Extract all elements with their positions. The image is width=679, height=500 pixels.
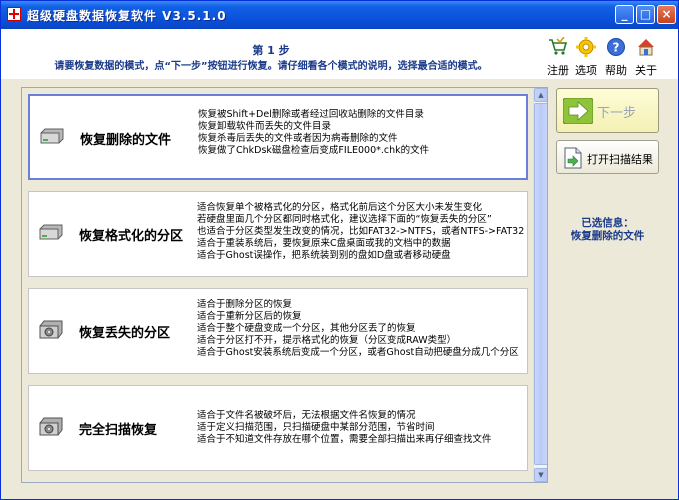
mode-title: 完全扫描恢复 — [79, 423, 158, 438]
about-label: 关于 — [635, 64, 657, 77]
mode-description: 适合于文件名被破坏后，无法根据文件名恢复的情况 适于定义扫描范围，只扫描硬盘中某部… — [197, 410, 492, 445]
next-step-label: 下一步 — [597, 106, 637, 121]
register-label: 注册 — [547, 64, 569, 77]
header: 第 1 步 请要恢复数据的模式，点“下一步”按钮进行恢复。请仔细看各个模式的说明… — [1, 29, 678, 79]
selected-info-label: 已选信息： — [581, 217, 634, 229]
mode-description: 恢复被Shift+Del删除或者经过回收站删除的文件目录 恢复卸载软件而丢失的文件… — [198, 109, 430, 156]
hard-disk-icon — [39, 224, 63, 240]
mode-list-panel: 恢复删除的文件 恢复被Shift+Del删除或者经过回收站删除的文件目录 恢复卸载… — [21, 87, 548, 483]
about-button[interactable]: 关于 — [632, 37, 660, 78]
title-bar[interactable]: 超级硬盘数据恢复软件 V3.5.1.0 _ □ × — [1, 1, 678, 29]
hard-disk-icon — [40, 128, 64, 144]
options-button[interactable]: 选项 — [572, 37, 600, 78]
scroll-thumb[interactable] — [534, 103, 547, 465]
scroll-up-button[interactable]: ▲ — [534, 88, 547, 102]
step-title: 第 1 步 — [252, 44, 290, 57]
minimize-button[interactable]: _ — [615, 5, 634, 24]
mode-title: 恢复格式化的分区 — [79, 229, 184, 244]
mode-title: 恢复删除的文件 — [80, 133, 172, 148]
mode-description: 适合恢复单个被格式化的分区，格式化前后这个分区大小未发生变化 若硬盘里面几个分区都… — [197, 202, 525, 261]
home-icon — [638, 39, 654, 56]
mode-description: 适合于删除分区的恢复 适合于重新分区后的恢复 适合于整个硬盘变成一个分区，其他分区丢… — [197, 299, 519, 358]
mode-card-recover-formatted[interactable]: 恢复格式化的分区 适合恢复单个被格式化的分区，格式化前后这个分区大小未发生变化若… — [28, 191, 528, 277]
help-button[interactable]: ? 帮助 — [602, 37, 630, 78]
window-title: 超级硬盘数据恢复软件 V3.5.1.0 — [27, 9, 227, 23]
svg-text:?: ? — [613, 41, 620, 55]
app-window: 超级硬盘数据恢复软件 V3.5.1.0 _ □ × 第 1 步 请要恢复数据的模… — [0, 0, 679, 500]
mode-title: 恢复丢失的分区 — [79, 326, 171, 341]
maximize-button[interactable]: □ — [636, 5, 655, 24]
next-step-button[interactable]: 下一步 — [556, 88, 659, 133]
mode-card-recover-deleted[interactable]: 恢复删除的文件 恢复被Shift+Del删除或者经过回收站删除的文件目录 恢复卸载… — [28, 94, 528, 180]
arrow-right-icon — [563, 98, 593, 124]
close-button[interactable]: × — [657, 5, 676, 24]
register-button[interactable]: 注册 — [544, 36, 572, 78]
options-label: 选项 — [575, 64, 597, 77]
open-file-icon — [564, 147, 582, 169]
mode-card-full-scan[interactable]: 完全扫描恢复 适合于文件名被破坏后，无法根据文件名恢复的情况 适于定义扫描范围，只… — [28, 385, 528, 471]
selected-info: 已选信息： 恢复删除的文件 — [556, 217, 659, 243]
open-scan-result-label: 打开扫描结果 — [587, 153, 653, 166]
open-scan-result-button[interactable]: 打开扫描结果 — [556, 140, 659, 174]
hard-disk-open-icon — [39, 417, 63, 436]
gear-icon — [576, 37, 596, 57]
help-icon: ? — [607, 38, 625, 56]
scroll-down-button[interactable]: ▼ — [534, 468, 547, 482]
mode-card-recover-lost-partition[interactable]: 恢复丢失的分区 适合于删除分区的恢复 适合于重新分区后的恢复 适合于整个硬盘变成一个… — [28, 288, 528, 374]
selected-info-value: 恢复删除的文件 — [570, 230, 645, 242]
cart-icon — [549, 36, 568, 55]
help-label: 帮助 — [605, 64, 627, 77]
step-description: 请要恢复数据的模式，点“下一步”按钮进行恢复。请仔细看各个模式的说明，选择最合适… — [54, 61, 488, 72]
vertical-scrollbar[interactable]: ▲ ▼ — [533, 88, 547, 482]
app-logo-icon — [7, 7, 21, 21]
hard-disk-open-icon — [39, 320, 63, 339]
